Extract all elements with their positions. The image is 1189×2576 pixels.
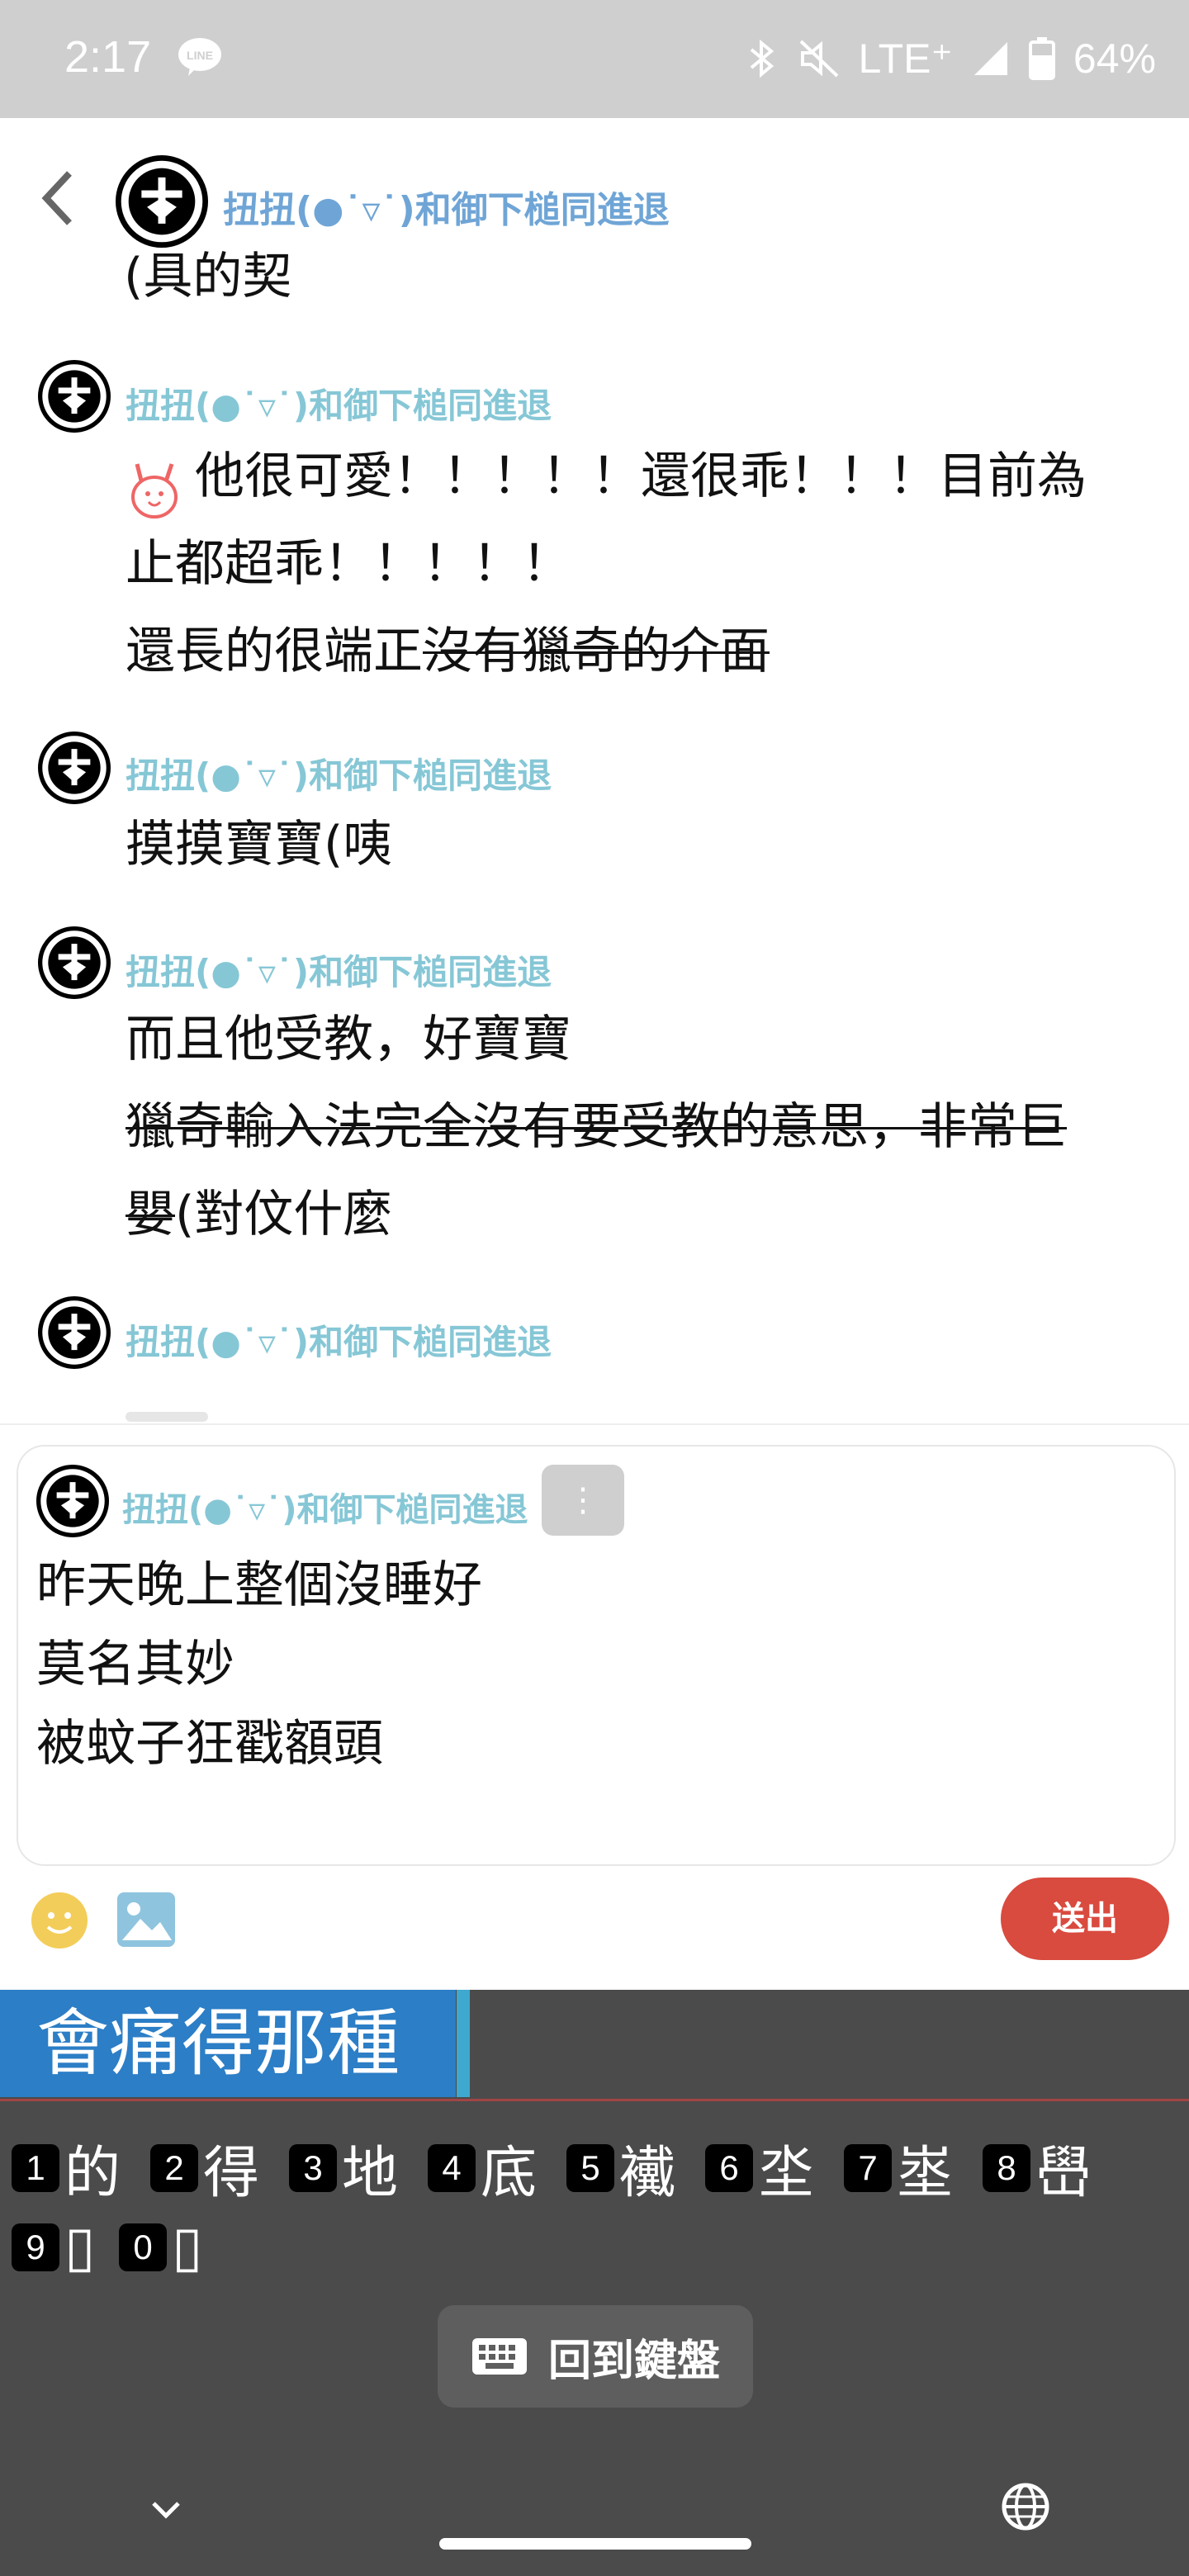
candidate-char: 埊 — [897, 2141, 954, 2206]
candidate-number: 4 — [428, 2143, 476, 2192]
send-button[interactable]: 送出 — [1001, 1878, 1169, 1960]
composer-sender: 扭扭(●˙▿˙)和御下槌同進退 — [122, 1491, 528, 1529]
ime-cursor — [457, 1990, 470, 2097]
home-indicator[interactable] — [439, 2538, 751, 2550]
battery-icon — [1028, 37, 1055, 80]
ime-candidate[interactable]: 4底 — [428, 2127, 537, 2209]
candidate-number: 1 — [12, 2143, 59, 2192]
mute-icon — [799, 40, 838, 78]
keyboard-icon — [471, 2338, 527, 2375]
ime-divider — [0, 2099, 1189, 2101]
svg-text:LINE: LINE — [187, 49, 213, 62]
strikethrough-text: 沒有獵奇的介面 — [423, 623, 770, 680]
composer-line[interactable]: 莫名其妙 — [36, 1625, 234, 1704]
candidate-number: 2 — [150, 2143, 198, 2192]
message-sender[interactable]: 扭扭(●˙▿˙)和御下槌同進退 — [126, 945, 552, 995]
ime-candidate[interactable]: 8嶨 — [983, 2127, 1092, 2209]
message-sender[interactable]: 扭扭(●˙▿˙)和御下槌同進退 — [126, 378, 552, 429]
candidate-number: 5 — [566, 2143, 614, 2192]
message-text-normal: 還長的很端正 — [126, 623, 423, 680]
bluetooth-icon — [750, 39, 774, 78]
candidate-number: 7 — [844, 2143, 892, 2192]
composer-line[interactable]: 被蚊子狂戳額頭 — [36, 1704, 383, 1783]
ime-candidate[interactable]: 2得 — [150, 2127, 259, 2209]
composer-line[interactable]: 昨天晚上整個沒睡好 — [36, 1546, 482, 1625]
message-text-normal: (對伩什麼 — [175, 1186, 393, 1243]
chevron-down-icon[interactable] — [147, 2490, 185, 2528]
composer-menu-button[interactable]: ⋮ — [542, 1465, 624, 1536]
message-sender[interactable]: 扭扭(●˙▿˙)和御下槌同進退 — [126, 1314, 552, 1365]
line-notification-icon: LINE — [178, 38, 221, 76]
message-text: 還長的很端正沒有獵奇的介面 — [126, 608, 770, 695]
status-right: LTE⁺ 64% — [746, 30, 1156, 88]
battery-percent: 64% — [1073, 36, 1156, 82]
chat-title: 扭扭(●˙▿˙)和御下槌同進退 — [223, 189, 670, 231]
ime-candidate[interactable]: 3地 — [289, 2127, 398, 2209]
bunny-sticker-icon — [131, 463, 178, 519]
candidate-char: 底 — [481, 2141, 538, 2206]
back-arrow-icon[interactable] — [33, 165, 83, 231]
strikethrough-text: 嬰 — [126, 1186, 175, 1243]
candidate-number: 9 — [12, 2223, 59, 2271]
candidate-number: 0 — [119, 2223, 167, 2271]
sender-avatar[interactable] — [38, 1296, 111, 1369]
partial-message: (具的契 — [124, 248, 292, 305]
status-bar: 2:17 LINE LTE⁺ 64% — [0, 0, 1189, 118]
back-to-keyboard-button[interactable]: 回到鍵盤 — [438, 2305, 753, 2408]
emoji-icon[interactable] — [30, 1891, 89, 1950]
message-sender[interactable]: 扭扭(●˙▿˙)和御下槌同進退 — [126, 748, 552, 798]
sender-avatar[interactable] — [38, 360, 111, 433]
message-text: 他很可愛！！！！！還很乖！！！目前為 — [195, 447, 1087, 505]
divider — [0, 1423, 1189, 1425]
status-time: 2:17 — [64, 32, 152, 82]
message-text: 摸摸寶寶(咦 — [126, 816, 393, 874]
message-text: 嬰(對伩什麼 — [126, 1171, 392, 1258]
partial-attachment — [126, 1412, 208, 1422]
ime-candidate[interactable]: 7埊 — [844, 2127, 953, 2209]
candidate-char: ▯ — [172, 2214, 203, 2280]
candidate-char: 襶 — [619, 2141, 676, 2206]
ime-composing-text: 會痛得那種 — [0, 1990, 456, 2097]
back-to-keyboard-label: 回到鍵盤 — [547, 2336, 720, 2386]
ime-candidate[interactable]: 9 ▯ — [12, 2214, 95, 2280]
candidate-char: 的 — [64, 2141, 121, 2206]
message-text: 止都超乖！！！！！ — [126, 535, 571, 593]
ime-candidate[interactable]: 6坔 — [705, 2127, 814, 2209]
candidate-char: ▯ — [64, 2214, 96, 2280]
sender-avatar[interactable] — [38, 926, 111, 999]
candidate-number: 8 — [983, 2143, 1030, 2192]
sender-avatar[interactable] — [38, 732, 111, 804]
candidate-char: 得 — [203, 2141, 260, 2206]
strikethrough-text: 獵奇輸入法完全沒有要受教的意思，非常巨 — [126, 1098, 1067, 1156]
message-text: 而且他受教，好寶寶 — [126, 1011, 571, 1068]
candidate-char: 嶨 — [1035, 2141, 1092, 2206]
candidate-char: 坔 — [758, 2141, 815, 2206]
image-icon[interactable] — [116, 1891, 177, 1949]
ime-candidate[interactable]: 0 ▯ — [119, 2214, 202, 2280]
candidate-number: 6 — [705, 2143, 753, 2192]
signal-icon — [973, 42, 1007, 75]
globe-icon[interactable] — [1001, 2482, 1050, 2531]
network-type: LTE⁺ — [858, 36, 953, 82]
ime-candidate[interactable]: 1的 — [12, 2127, 121, 2209]
chat-avatar[interactable] — [116, 155, 208, 248]
composer-avatar — [36, 1465, 109, 1537]
ime-candidate[interactable]: 5襶 — [566, 2127, 675, 2209]
candidate-number: 3 — [289, 2143, 337, 2192]
candidate-char: 地 — [342, 2141, 399, 2206]
